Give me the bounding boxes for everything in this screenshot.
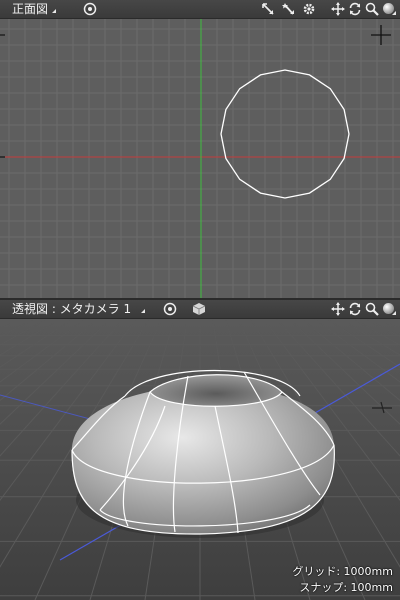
- magic-select-icon[interactable]: [282, 2, 296, 16]
- chevron-down-icon[interactable]: [392, 311, 396, 315]
- move-icon[interactable]: [331, 2, 345, 16]
- zoom-icon[interactable]: [365, 302, 379, 316]
- target-icon[interactable]: [83, 2, 97, 16]
- chevron-down-icon[interactable]: [392, 11, 396, 15]
- front-view-selector[interactable]: 正面図: [12, 1, 48, 17]
- perspective-view-canvas[interactable]: [0, 300, 400, 600]
- target-icon[interactable]: [163, 302, 177, 316]
- zoom-icon[interactable]: [365, 2, 379, 16]
- chevron-down-icon[interactable]: [141, 309, 145, 313]
- front-view-canvas[interactable]: [0, 0, 400, 298]
- perspective-view-toolbar: 透視図 : メタカメラ 1: [0, 300, 400, 319]
- rotate-icon[interactable]: [348, 302, 362, 316]
- perspective-view-pane[interactable]: 透視図 : メタカメラ 1 グリッド: 1000mm スナップ: 100mm: [0, 300, 400, 600]
- grid-size-status: グリッド: 1000mm: [292, 565, 393, 578]
- front-view-toolbar: 正面図: [0, 0, 400, 19]
- perspective-view-selector[interactable]: 透視図 : メタカメラ 1: [12, 301, 131, 317]
- chevron-down-icon[interactable]: [52, 9, 56, 13]
- snap-size-status: スナップ: 100mm: [299, 581, 393, 594]
- cube-icon[interactable]: [192, 302, 206, 316]
- front-view-pane[interactable]: 正面図: [0, 0, 400, 298]
- rotate-icon[interactable]: [348, 2, 362, 16]
- select-arrow-icon[interactable]: [261, 2, 275, 16]
- move-icon[interactable]: [331, 302, 345, 316]
- gear-icon[interactable]: [302, 2, 316, 16]
